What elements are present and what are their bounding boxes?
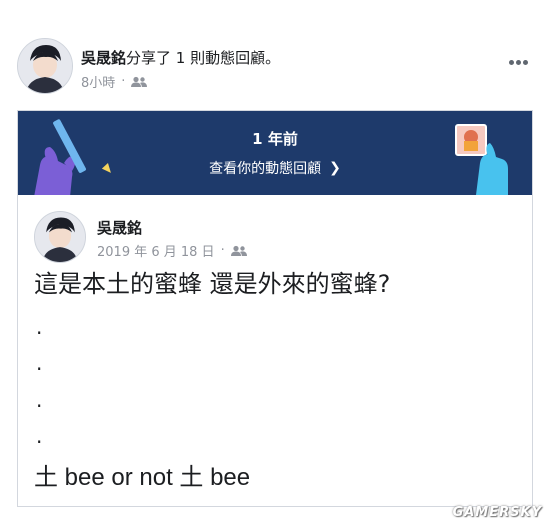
shared-post: 吳晟銘 2019 年 6 月 18 日 · 這是本土的蜜蜂 還是外來的蜜蜂? .…: [18, 195, 532, 506]
shared-author-name[interactable]: 吳晟銘: [97, 217, 142, 238]
author-name[interactable]: 吳晟銘: [81, 49, 126, 67]
meta-separator: ·: [220, 243, 225, 258]
post-text-dot-1: .: [36, 315, 43, 339]
view-memories-label: 查看你的動態回顧: [209, 161, 322, 177]
post-action-text: 分享了 1 則動態回顧。: [126, 49, 281, 67]
post-title-line: 吳晟銘分享了 1 則動態回顧。: [81, 47, 280, 68]
post-text-line-1: 這是本土的蜜蜂 還是外來的蜜蜂?: [34, 270, 391, 298]
people-icon[interactable]: [131, 76, 148, 88]
memory-card[interactable]: 1 年前 查看你的動態回顧 ❯ 吳晟銘 2019 年 6 月 18 日 · 這是…: [17, 110, 533, 507]
people-icon[interactable]: [230, 245, 247, 257]
hand-photo-icon: [455, 124, 508, 195]
post-meta: 8小時 ·: [81, 72, 148, 91]
avatar-illustration: [18, 39, 72, 93]
post-text-last-line: 土 bee or not 土 bee: [34, 464, 251, 491]
post-time[interactable]: 8小時: [81, 72, 115, 91]
shared-post-meta: 2019 年 6 月 18 日 ·: [97, 241, 247, 260]
memory-banner[interactable]: 1 年前 查看你的動態回顧 ❯: [18, 111, 532, 197]
chevron-right-icon: ❯: [329, 160, 341, 176]
meta-separator: ·: [121, 74, 126, 89]
post-text-dot-3: .: [36, 388, 43, 412]
post-text-dot-2: .: [36, 351, 43, 375]
post-text-dot-4: .: [36, 424, 43, 448]
shared-post-date[interactable]: 2019 年 6 月 18 日: [97, 241, 215, 260]
avatar-illustration: [35, 212, 85, 262]
shared-author-avatar[interactable]: [34, 211, 86, 263]
watermark: GAMERSKY: [452, 505, 542, 520]
author-avatar[interactable]: [17, 38, 73, 94]
post-header: 吳晟銘分享了 1 則動態回顧。 8小時 ·: [17, 38, 537, 98]
more-options-icon[interactable]: [509, 50, 531, 65]
